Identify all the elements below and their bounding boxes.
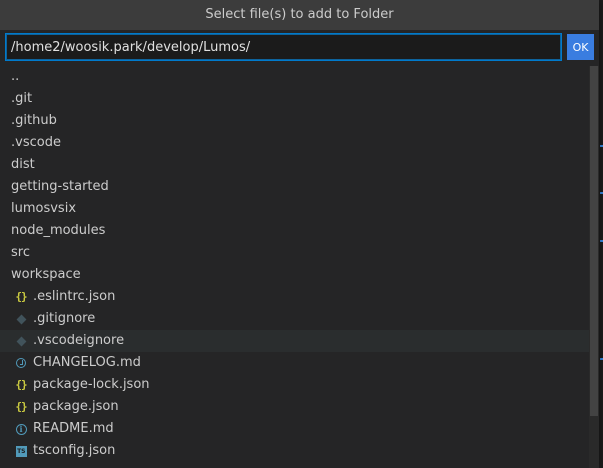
list-item-file[interactable]: i README.md	[0, 418, 589, 440]
dialog-title: Select file(s) to add to Folder	[0, 0, 599, 30]
list-item-file[interactable]: {} .eslintrc.json	[0, 286, 589, 308]
list-item-label: README.md	[33, 421, 114, 436]
clock-icon	[14, 356, 28, 370]
list-item-file[interactable]: {} package-lock.json	[0, 374, 589, 396]
list-item-folder[interactable]: .git	[0, 88, 589, 110]
json-braces-icon: {}	[15, 378, 27, 391]
list-item-label: CHANGELOG.md	[33, 355, 141, 370]
json-braces-icon: {}	[15, 290, 27, 303]
list-item-label: dist	[11, 157, 35, 172]
list-item-folder[interactable]: dist	[0, 154, 589, 176]
list-item-label: package-lock.json	[33, 377, 150, 392]
list-item-label: .vscodeignore	[33, 333, 125, 348]
path-input[interactable]	[5, 33, 562, 61]
git-diamond-icon	[14, 334, 28, 348]
list-item-file-selected[interactable]: .vscodeignore	[0, 330, 589, 352]
list-item-label: workspace	[11, 267, 81, 282]
list-item-folder[interactable]: getting-started	[0, 176, 589, 198]
path-input-row: OK	[5, 33, 594, 61]
git-diamond-icon	[14, 312, 28, 326]
list-item-label: lumosvsix	[11, 201, 77, 216]
info-icon: i	[14, 422, 28, 436]
list-item-folder[interactable]: src	[0, 242, 589, 264]
scrollbar-thumb[interactable]	[590, 66, 598, 416]
file-list: .. .git .github .vscode dist getting-sta…	[0, 66, 589, 468]
list-item-label: .github	[11, 113, 57, 128]
list-item-label: ..	[11, 69, 20, 84]
file-picker-dialog: Select file(s) to add to Folder OK .. .g…	[0, 0, 599, 468]
list-item-label: tsconfig.json	[33, 443, 116, 458]
list-item-folder[interactable]: workspace	[0, 264, 589, 286]
editor-background-edge	[599, 0, 603, 468]
ok-button[interactable]: OK	[567, 34, 594, 60]
list-item-label: getting-started	[11, 179, 109, 194]
list-item-parent[interactable]: ..	[0, 66, 589, 88]
list-item-label: package.json	[33, 399, 119, 414]
list-item-folder[interactable]: .vscode	[0, 132, 589, 154]
list-item-label: .vscode	[11, 135, 61, 150]
list-item-label: node_modules	[11, 223, 106, 238]
list-item-folder[interactable]: lumosvsix	[0, 198, 589, 220]
list-item-folder[interactable]: node_modules	[0, 220, 589, 242]
list-item-folder[interactable]: .github	[0, 110, 589, 132]
list-item-file[interactable]: .gitignore	[0, 308, 589, 330]
list-item-file[interactable]: CHANGELOG.md	[0, 352, 589, 374]
list-item-label: .git	[11, 91, 33, 106]
list-item-file[interactable]: TS tsconfig.json	[0, 440, 589, 462]
list-item-label: src	[11, 245, 30, 260]
typescript-icon: TS	[15, 445, 27, 457]
json-braces-icon: {}	[15, 400, 27, 413]
list-item-label: .gitignore	[33, 311, 96, 326]
list-item-file[interactable]: {} package.json	[0, 396, 589, 418]
list-item-label: .eslintrc.json	[33, 289, 116, 304]
